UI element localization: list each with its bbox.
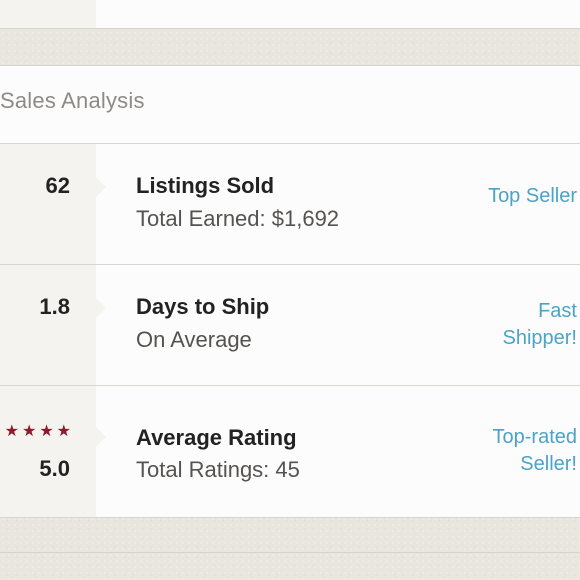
badge-line: Top-rated: [492, 426, 578, 448]
row-title: Average Rating: [136, 425, 297, 450]
star-icon: ★: [21, 423, 40, 440]
row-title: Listings Sold: [136, 173, 275, 198]
fast-shipper-link[interactable]: Fast Shipper!: [503, 298, 578, 352]
stat-row-listings-sold: 62 Listings Sold Total Earned: $1,692 To…: [0, 144, 580, 265]
badge-line: Shipper!: [502, 327, 578, 349]
star-icon: ★: [4, 423, 22, 440]
bottom-divider: [0, 552, 580, 553]
row-subtitle: Total Earned: $1,692: [136, 206, 340, 231]
badge-line: Top Seller: [488, 185, 577, 207]
stat-value: 62: [45, 173, 70, 198]
pointer-arrow: [96, 427, 106, 447]
badge-line: Seller!: [520, 453, 577, 475]
stat-row-days-to-ship: 1.8 Days to Ship On Average Fast Shipper…: [0, 265, 580, 386]
stat-column: [0, 265, 96, 385]
previous-card-stat-column: [0, 0, 96, 28]
section-title: Sales Analysis: [0, 88, 145, 113]
card-header: Sales Analysis: [0, 66, 580, 144]
star-rating: ★★★★★: [0, 424, 74, 440]
stat-value: 1.8: [39, 294, 70, 319]
previous-card: [0, 0, 580, 29]
stat-value: 5.0: [39, 456, 70, 481]
stat-row-average-rating: ★★★★★ 5.0 Average Rating Total Ratings: …: [0, 386, 580, 517]
top-rated-seller-link[interactable]: Top-rated Seller!: [493, 424, 578, 478]
pointer-arrow: [96, 177, 106, 197]
stat-column: [0, 144, 96, 264]
row-subtitle: Total Ratings: 45: [136, 457, 300, 482]
sales-analysis-card: Sales Analysis 62 Listings Sold Total Ea…: [0, 65, 580, 518]
pointer-arrow: [96, 298, 106, 318]
row-subtitle: On Average: [136, 327, 252, 352]
page: Sales Analysis 62 Listings Sold Total Ea…: [0, 0, 580, 580]
star-icon: ★: [39, 423, 57, 440]
top-seller-link[interactable]: Top Seller: [488, 183, 577, 210]
badge-line: Fast: [538, 300, 577, 322]
star-icon: ★: [56, 423, 74, 440]
stat-column: [0, 386, 96, 517]
row-title: Days to Ship: [136, 294, 270, 319]
